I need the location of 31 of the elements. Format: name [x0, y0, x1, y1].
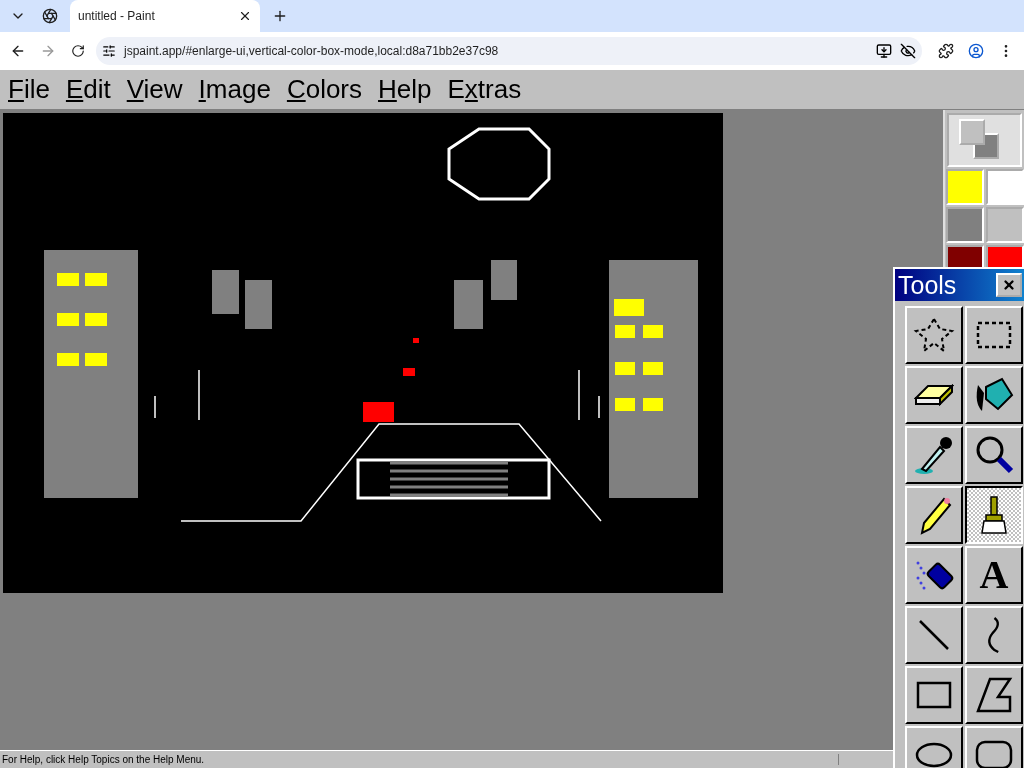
address-bar[interactable]: jspaint.app/#enlarge-ui,vertical-color-box-mode,local:d8a71bb2e37c98	[96, 37, 922, 65]
menu-item[interactable]: File	[0, 74, 58, 105]
color-swatch[interactable]	[986, 207, 1024, 243]
current-colors-drawing[interactable]	[947, 113, 1022, 167]
tab-title: untitled - Paint	[78, 9, 156, 23]
menu-item[interactable]: Help	[370, 74, 440, 105]
reload-icon[interactable]	[71, 44, 85, 58]
menu-item[interactable]: Image	[190, 74, 279, 105]
close-icon[interactable]	[1002, 278, 1016, 292]
eraser-icon	[914, 384, 954, 406]
eye-off-icon[interactable]	[900, 43, 916, 59]
menu-item[interactable]: Extras	[439, 74, 530, 105]
tool-button[interactable]: A	[965, 546, 1023, 604]
close-icon[interactable]	[238, 9, 252, 23]
site-info-icon[interactable]	[102, 44, 116, 58]
menu-item[interactable]: View	[118, 74, 191, 105]
browser-tab[interactable]: untitled - Paint	[70, 0, 260, 32]
color-swatch[interactable]	[946, 207, 984, 243]
url-text: jspaint.app/#enlarge-ui,vertical-color-box-mode,local:d8a71bb2e37c98	[124, 44, 500, 58]
status-text: For Help, click Help Topics on the Help Menu.	[0, 754, 839, 765]
curve-icon	[986, 615, 1002, 655]
color-swatch[interactable]	[946, 169, 984, 205]
close-button[interactable]	[996, 273, 1022, 297]
menu-item[interactable]: Colors	[278, 74, 371, 105]
tool-button[interactable]	[965, 486, 1023, 544]
menu-item[interactable]: Edit	[57, 74, 119, 105]
text-tool-glyph: A	[979, 555, 1009, 595]
window-title: Tools	[898, 270, 957, 300]
canvas-drawing[interactable]	[3, 113, 723, 593]
install-icon[interactable]	[876, 43, 892, 59]
color-swatch[interactable]	[986, 169, 1024, 205]
